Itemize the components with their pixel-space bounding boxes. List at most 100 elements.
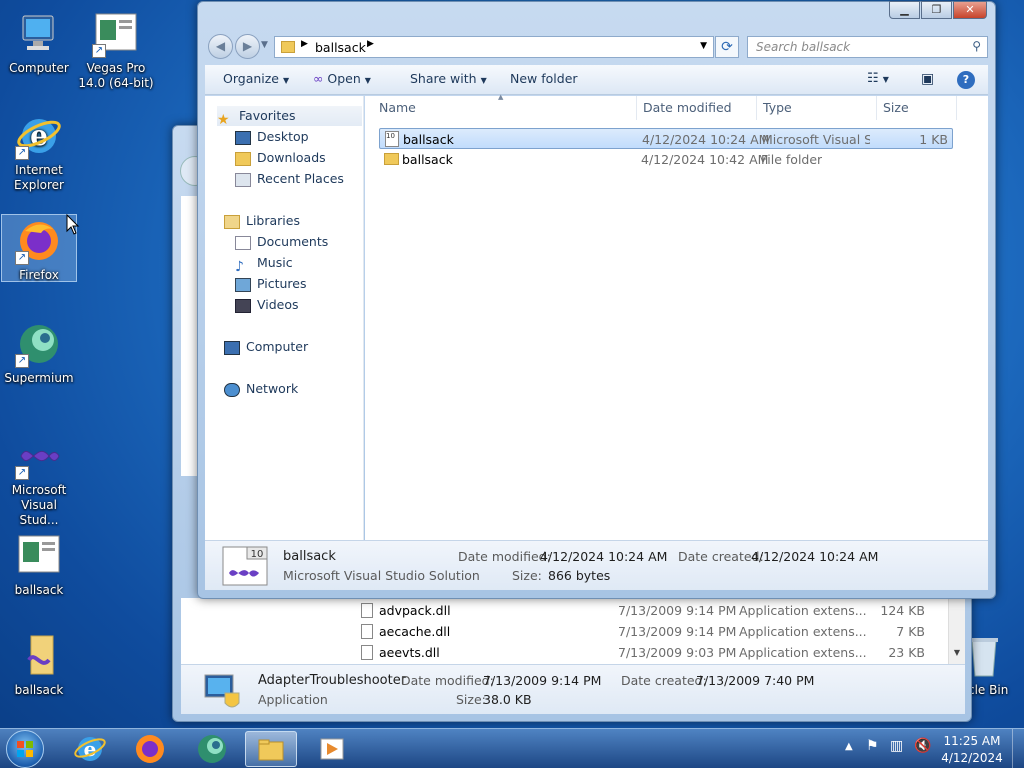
desktop-icon-ie[interactable]: e ↗ Internet Explorer bbox=[1, 110, 77, 194]
recent-places-icon bbox=[235, 172, 251, 187]
column-header-size[interactable]: Size bbox=[877, 96, 957, 120]
music-icon: ♪ bbox=[235, 258, 244, 275]
back-window-left-blank bbox=[181, 598, 353, 664]
navigation-pane: ★ Favorites Desktop Downloads Recent Plac… bbox=[205, 96, 364, 540]
details-pane: 10 ballsack Microsoft Visual Studio Solu… bbox=[205, 540, 988, 590]
mouse-cursor-icon bbox=[66, 213, 80, 236]
vegas-pro-icon: ↗ bbox=[92, 10, 140, 58]
nav-label: Libraries bbox=[246, 213, 300, 228]
table-row[interactable]: advpack.dll 7/13/2009 9:14 PM Applicatio… bbox=[353, 600, 953, 621]
action-center-flag-icon[interactable]: ⚑ bbox=[866, 738, 879, 754]
visual-studio-icon: ↗ bbox=[15, 432, 63, 480]
taskbar-explorer-active[interactable] bbox=[245, 731, 297, 767]
clock-date[interactable]: 4/12/2024 bbox=[937, 751, 1007, 765]
nav-network[interactable]: Network bbox=[224, 379, 298, 399]
column-header-name[interactable]: Name bbox=[373, 96, 637, 120]
network-status-icon[interactable]: ▥ bbox=[890, 738, 903, 754]
nav-label: Pictures bbox=[257, 276, 307, 291]
back-button[interactable]: ◀ bbox=[208, 34, 233, 59]
desktop-icon-ballsack-sln[interactable]: ballsack bbox=[1, 530, 77, 597]
desktop-icon-vegas[interactable]: ↗ Vegas Pro 14.0 (64-bit) bbox=[78, 8, 154, 92]
desktop-icon-computer[interactable]: Computer bbox=[1, 8, 77, 78]
nav-music[interactable]: ♪ Music bbox=[235, 253, 293, 275]
recycle-bin-icon bbox=[968, 632, 1008, 680]
close-button[interactable]: ✕ bbox=[953, 1, 987, 19]
dll-file-icon bbox=[361, 624, 373, 639]
file-size: 23 KB bbox=[888, 645, 925, 660]
file-type: Microsoft Visual S... bbox=[762, 132, 870, 147]
recent-pages-icon[interactable]: ▼ bbox=[261, 40, 268, 50]
address-bar[interactable]: ▶ ballsack ▶ ▼ bbox=[274, 36, 714, 58]
scrollbar[interactable]: ▼ bbox=[948, 598, 965, 664]
nav-desktop[interactable]: Desktop bbox=[235, 127, 309, 147]
desktop-icon-visual-studio[interactable]: ↗ Microsoft Visual Stud... bbox=[1, 430, 77, 527]
nav-computer[interactable]: Computer bbox=[224, 337, 308, 357]
back-window-file-list[interactable]: advpack.dll 7/13/2009 9:14 PM Applicatio… bbox=[353, 598, 965, 664]
desktop-icon-supermium[interactable]: ↗ Supermium bbox=[1, 318, 77, 386]
nav-downloads[interactable]: Downloads bbox=[235, 148, 326, 168]
nav-documents[interactable]: Documents bbox=[235, 232, 328, 252]
solution-file-icon: 10 bbox=[221, 545, 269, 587]
chevron-right-icon: ▶ bbox=[301, 39, 308, 49]
desktop-icon-label: Internet Explorer bbox=[14, 163, 64, 192]
new-folder-button[interactable]: New folder bbox=[510, 65, 578, 93]
share-with-button[interactable]: Share with ▼ bbox=[410, 65, 487, 93]
details-size-label: Size: bbox=[456, 692, 486, 707]
star-icon: ★ bbox=[217, 111, 230, 128]
view-options-icon[interactable]: ☷ ▼ bbox=[867, 65, 889, 93]
address-dropdown-icon[interactable]: ▼ bbox=[700, 41, 707, 51]
column-header-date[interactable]: Date modified bbox=[637, 96, 757, 120]
show-hidden-icons-button[interactable]: ▲ bbox=[845, 741, 853, 752]
organize-label: Organize bbox=[223, 71, 279, 86]
vegas-pro-icon bbox=[320, 738, 344, 760]
taskbar-firefox[interactable] bbox=[122, 731, 178, 767]
column-header-type[interactable]: Type bbox=[757, 96, 877, 120]
table-row[interactable]: aecache.dll 7/13/2009 9:14 PM Applicatio… bbox=[353, 621, 953, 642]
table-row[interactable]: aeevts.dll 7/13/2009 9:03 PM Application… bbox=[353, 642, 953, 663]
start-button[interactable] bbox=[6, 730, 44, 768]
solution-file-icon: 10 bbox=[385, 131, 399, 147]
search-icon[interactable]: ⚲ bbox=[972, 39, 981, 53]
details-size: 866 bytes bbox=[548, 568, 611, 583]
open-button[interactable]: ∞ Open ▼ bbox=[313, 65, 371, 93]
forward-button[interactable]: ▶ bbox=[235, 34, 260, 59]
preview-pane-icon[interactable]: ▣ bbox=[921, 65, 934, 93]
volume-muted-icon[interactable]: 🔇 bbox=[914, 738, 931, 754]
nav-favorites[interactable]: ★ Favorites bbox=[217, 106, 362, 128]
minimize-button[interactable]: ▁ bbox=[889, 1, 920, 19]
clock-time[interactable]: 11:25 AM bbox=[937, 734, 1007, 748]
desktop-icon-recycle-bin[interactable]: cle Bin bbox=[966, 630, 1024, 698]
taskbar-supermium[interactable] bbox=[184, 731, 240, 767]
downloads-icon bbox=[235, 151, 251, 166]
folder-icon bbox=[258, 739, 284, 761]
refresh-button[interactable]: ⟳ bbox=[715, 36, 739, 58]
file-date: 7/13/2009 9:14 PM bbox=[618, 603, 737, 618]
file-date: 4/12/2024 10:42 AM bbox=[641, 152, 769, 167]
supermium-icon: ↗ bbox=[15, 320, 63, 368]
file-list[interactable]: Name Date modified Type Size ▲ 10 ballsa… bbox=[365, 93, 988, 540]
file-type: Application extens... bbox=[739, 603, 867, 618]
help-icon[interactable]: ? bbox=[957, 71, 975, 89]
nav-pictures[interactable]: Pictures bbox=[235, 274, 307, 294]
taskbar-ie[interactable]: e bbox=[62, 731, 118, 767]
details-name: AdapterTroubleshooter bbox=[258, 673, 407, 688]
nav-recent-places[interactable]: Recent Places bbox=[235, 169, 344, 189]
desktop-icon-ballsack-folder[interactable]: ballsack bbox=[1, 630, 77, 698]
supermium-icon bbox=[198, 735, 226, 763]
breadcrumb[interactable]: ballsack bbox=[315, 40, 366, 55]
nav-libraries[interactable]: Libraries bbox=[224, 211, 300, 231]
maximize-button[interactable]: ❐ bbox=[921, 1, 952, 19]
table-row-selected[interactable]: 10 ballsack 4/12/2024 10:24 AM Microsoft… bbox=[379, 128, 953, 149]
desktop-icon-label: cle Bin bbox=[968, 683, 1009, 697]
organize-button[interactable]: Organize ▼ bbox=[223, 65, 289, 93]
solution-file-icon bbox=[15, 532, 63, 580]
table-row[interactable]: ballsack 4/12/2024 10:42 AM File folder bbox=[379, 149, 953, 170]
search-input[interactable]: Search ballsack ⚲ bbox=[747, 36, 988, 58]
nav-videos[interactable]: Videos bbox=[235, 295, 299, 315]
back-window-details-pane: AdapterTroubleshooter Application Date m… bbox=[181, 664, 965, 714]
desktop-icon-label: Firefox bbox=[19, 268, 59, 282]
nav-label: Recent Places bbox=[257, 171, 344, 186]
explorer-window[interactable]: ▁ ❐ ✕ ◀ ▶ ▼ ▶ ballsack ▶ ▼ ⟳ Search ball… bbox=[197, 1, 996, 599]
taskbar-vegas[interactable] bbox=[306, 731, 358, 767]
show-desktop-button[interactable] bbox=[1012, 729, 1024, 768]
